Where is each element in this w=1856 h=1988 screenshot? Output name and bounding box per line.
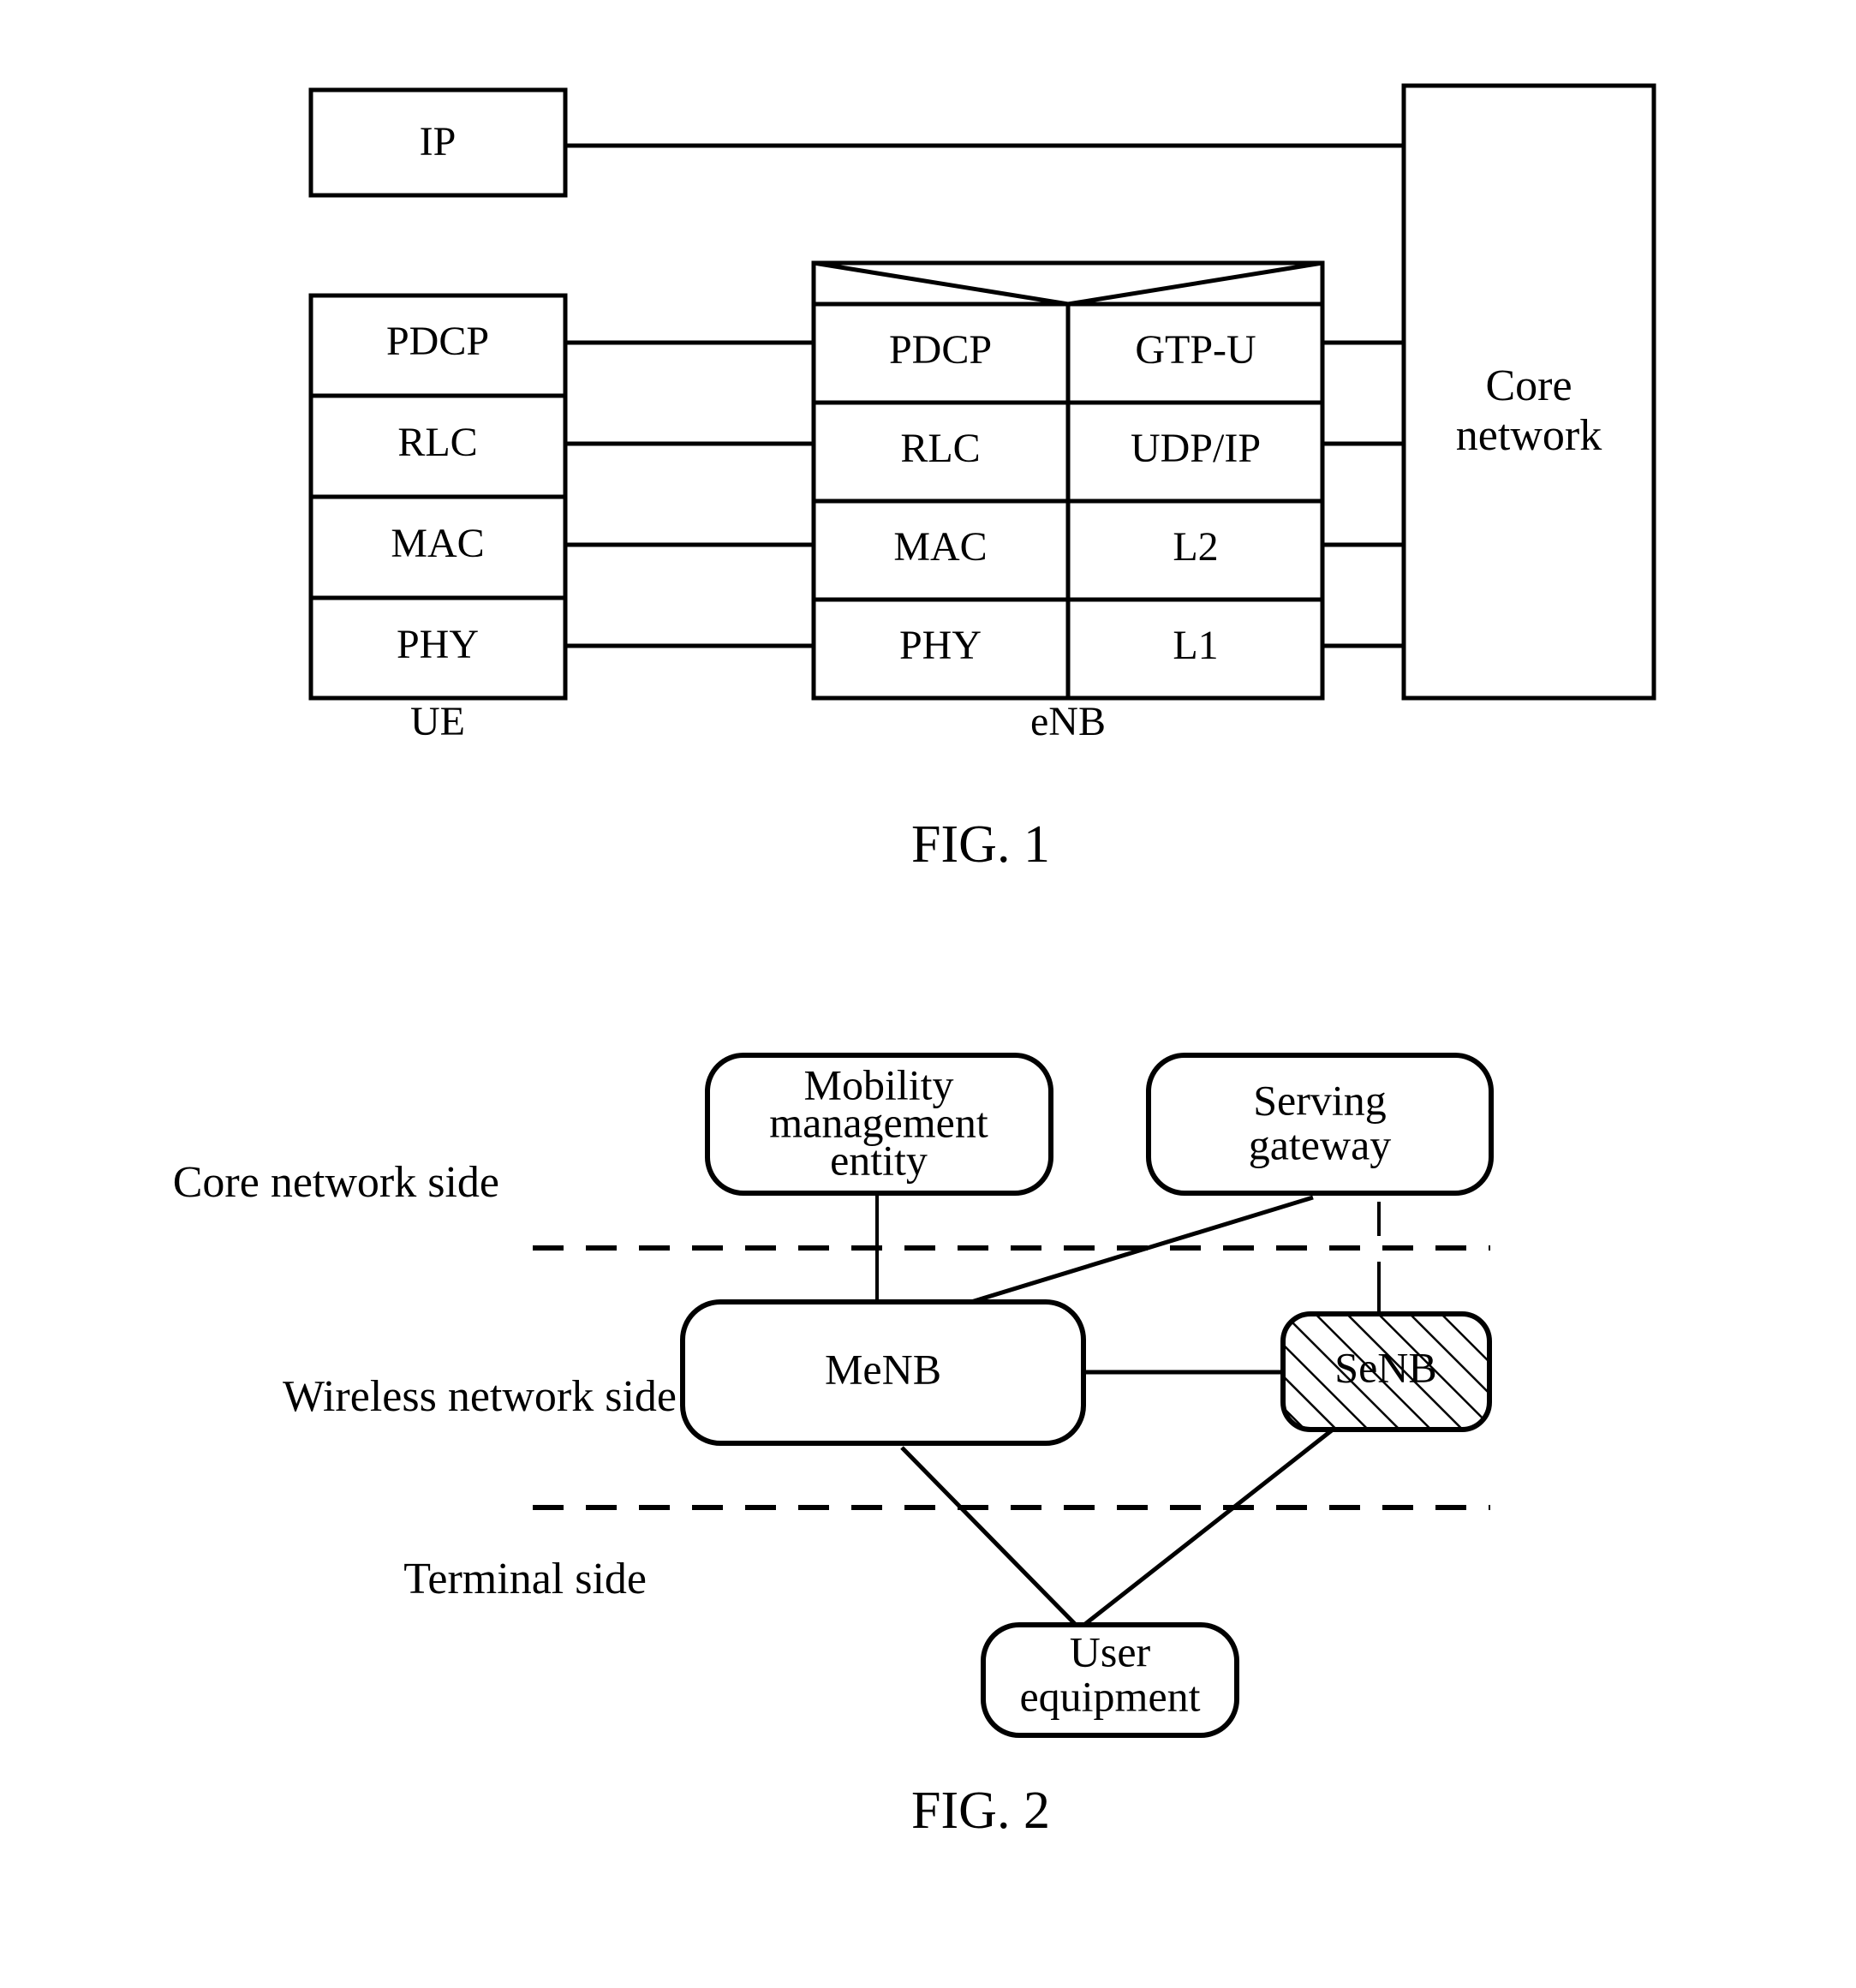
ue-stack-label: UE bbox=[410, 699, 465, 744]
ue-layer-mac: MAC bbox=[391, 521, 484, 566]
enb-right-l1: L1 bbox=[1173, 623, 1218, 668]
sgw-label-line1: Serving bbox=[1253, 1076, 1387, 1124]
ue-layer-rlc: RLC bbox=[397, 420, 477, 465]
side-label-wireless-network: Wireless network side bbox=[283, 1372, 677, 1421]
node-menb: MeNB bbox=[680, 1299, 1086, 1446]
senb-label: SeNB bbox=[1334, 1343, 1436, 1391]
enb-right-gtpu: GTP-U bbox=[1135, 327, 1256, 373]
enb-stack: PDCP RLC MAC PHY GTP-U UDP/IP L2 L1 eNB bbox=[811, 260, 1325, 744]
enb-right-l2: L2 bbox=[1173, 524, 1218, 570]
side-label-core-network: Core network side bbox=[173, 1158, 499, 1207]
enb-stack-label: eNB bbox=[1030, 699, 1106, 744]
node-serving-gateway: Serving gateway bbox=[1146, 1053, 1494, 1196]
ip-box: IP bbox=[308, 87, 568, 198]
figure-2-caption: FIG. 2 bbox=[911, 1782, 1050, 1840]
node-senb: SeNB bbox=[1280, 1311, 1492, 1432]
node-user-equipment: User equipment bbox=[981, 1622, 1239, 1738]
core-network-label-line2: network bbox=[1456, 411, 1602, 460]
core-network-label-line1: Core bbox=[1485, 361, 1572, 410]
sgw-label-line2: gateway bbox=[1249, 1120, 1392, 1168]
core-network-box: Core network bbox=[1401, 83, 1656, 701]
menb-label: MeNB bbox=[825, 1345, 941, 1393]
side-label-terminal: Terminal side bbox=[403, 1555, 647, 1603]
figure-1-caption: FIG. 1 bbox=[911, 815, 1050, 874]
ue-label-line1: User bbox=[1070, 1627, 1151, 1675]
enb-left-pdcp: PDCP bbox=[889, 327, 992, 373]
node-mobility-management-entity: Mobility management entity bbox=[705, 1053, 1053, 1196]
enb-left-rlc: RLC bbox=[900, 426, 980, 471]
ue-stack: PDCP RLC MAC PHY UE bbox=[308, 293, 568, 744]
mme-label-line3: entity bbox=[830, 1136, 928, 1184]
ue-layer-phy: PHY bbox=[397, 622, 479, 667]
enb-right-udpip: UDP/IP bbox=[1131, 426, 1261, 471]
figure-sheet: IP PDCP RLC MAC PHY UE PDCP RLC MAC PHY … bbox=[0, 0, 1856, 1984]
ip-box-label: IP bbox=[420, 119, 457, 164]
ue-layer-pdcp: PDCP bbox=[386, 319, 489, 364]
enb-left-mac: MAC bbox=[893, 524, 987, 570]
ue-label-line2: equipment bbox=[1019, 1672, 1200, 1720]
enb-left-phy: PHY bbox=[899, 623, 982, 668]
